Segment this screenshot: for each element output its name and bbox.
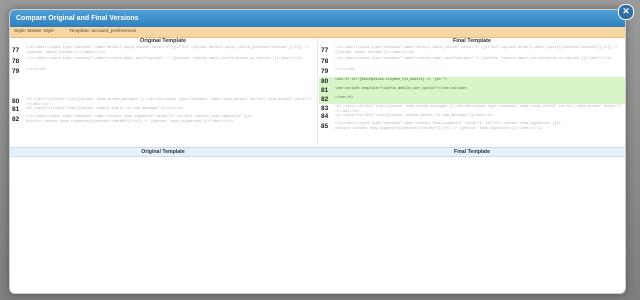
line-number: 78 [12,58,20,65]
template-info-bar: Style: Master Style Template: account_pr… [10,27,625,38]
template-line: 78 <li><label><input type="checkbox" name… [319,56,625,67]
line-code: <li><label><input type="checkbox" name="… [335,122,561,131]
line-number: 84 [321,113,329,120]
line-code: <xen:include template="tinyfix_mobile_us… [335,87,468,91]
close-icon[interactable]: ✕ [618,4,634,20]
line-number: 77 [321,47,329,54]
template-line: 79 </ul></dd> [10,67,316,77]
line-code: <li><label><input type="checkbox" name="… [335,46,618,55]
final-column-footer: Final Template [454,149,490,155]
added-line: 82 </xen:if> [319,95,625,104]
line-code: <li><label><input type="checkbox" name="… [26,57,303,61]
original-column: Original Template 77 <li><label><input ty… [10,38,316,153]
line-code: <dl class="ctrlUnit"><dd>{{phrase 'enabl… [335,114,494,118]
line-number: 83 [321,105,329,112]
template-label: Template: account_preferences [69,29,137,34]
line-number: 81 [12,106,20,113]
line-number: 79 [321,68,329,75]
added-line: 81 <xen:include template="tinyfix_mobile_… [319,86,625,95]
line-code: </ul></dd> [26,68,47,72]
line-number: 82 [321,96,329,103]
template-line: 78 <li><label><input type="checkbox" name… [10,56,316,67]
template-line: 82 <li><label><input type="checkbox" name… [10,114,316,125]
final-lines: 77 <li><label><input type="checkbox" name… [319,45,625,132]
original-column-footer: Original Template [141,149,185,155]
column-divider [317,38,318,144]
line-number: 79 [12,68,20,75]
final-column: Final Template 77 <li><label><input type=… [319,38,625,153]
template-line: 77 <li><label><input type="checkbox" name… [10,45,316,56]
template-line: 79 </ul></dd> [319,67,625,77]
line-number: 85 [321,123,329,130]
original-column-header: Original Template [139,38,187,44]
added-line: 80 <xen:if is="{$xenOptions.tinymce_fix_m… [319,77,625,86]
line-code: </ul></dd> [335,68,356,72]
line-code: <dl class="ctrlUnit"><dd>{{phrase 'enabl… [26,107,185,111]
template-line: 77 <li><label><input type="checkbox" name… [319,45,625,56]
line-number: 77 [12,47,20,54]
line-number: 80 [321,78,329,85]
dialog-title: Compare Original and Final Versions [16,15,139,22]
line-code: <li><label><input type="checkbox" name="… [26,115,252,124]
template-line: 84 <dl class="ctrlUnit"><dd>{{phrase 'ena… [319,113,625,121]
line-code: </xen:if> [335,96,354,100]
dialog-titlebar: Compare Original and Final Versions [10,10,625,27]
compare-dialog: Compare Original and Final Versions Styl… [9,9,626,294]
line-code: <li><label><input type="checkbox" name="… [26,46,309,55]
alignment-gap [10,77,316,97]
line-number: 80 [12,98,20,105]
line-number: 78 [321,58,329,65]
template-line: 80 <dl class="ctrlUnit"><dt>{{phrase 'sho… [10,97,316,107]
final-column-header: Final Template [452,38,492,44]
template-line: 85 <li><label><input type="checkbox" name… [319,121,625,132]
style-label: Style: Master Style [14,29,54,34]
column-footer-bar: Original Template Final Template [10,147,625,157]
original-lines: 77 <li><label><input type="checkbox" name… [10,45,316,125]
line-number: 82 [12,116,20,123]
template-line: 83 <dl class="ctrlUnit"><dt>{{phrase 'sho… [319,104,625,114]
line-code: <li><label><input type="checkbox" name="… [335,57,612,61]
line-code: <xen:if is="{$xenOptions.tinymce_fix_mob… [335,78,447,82]
line-number: 81 [321,87,329,94]
template-line: 81 <dl class="ctrlUnit"><dd>{{phrase 'ena… [10,106,316,114]
